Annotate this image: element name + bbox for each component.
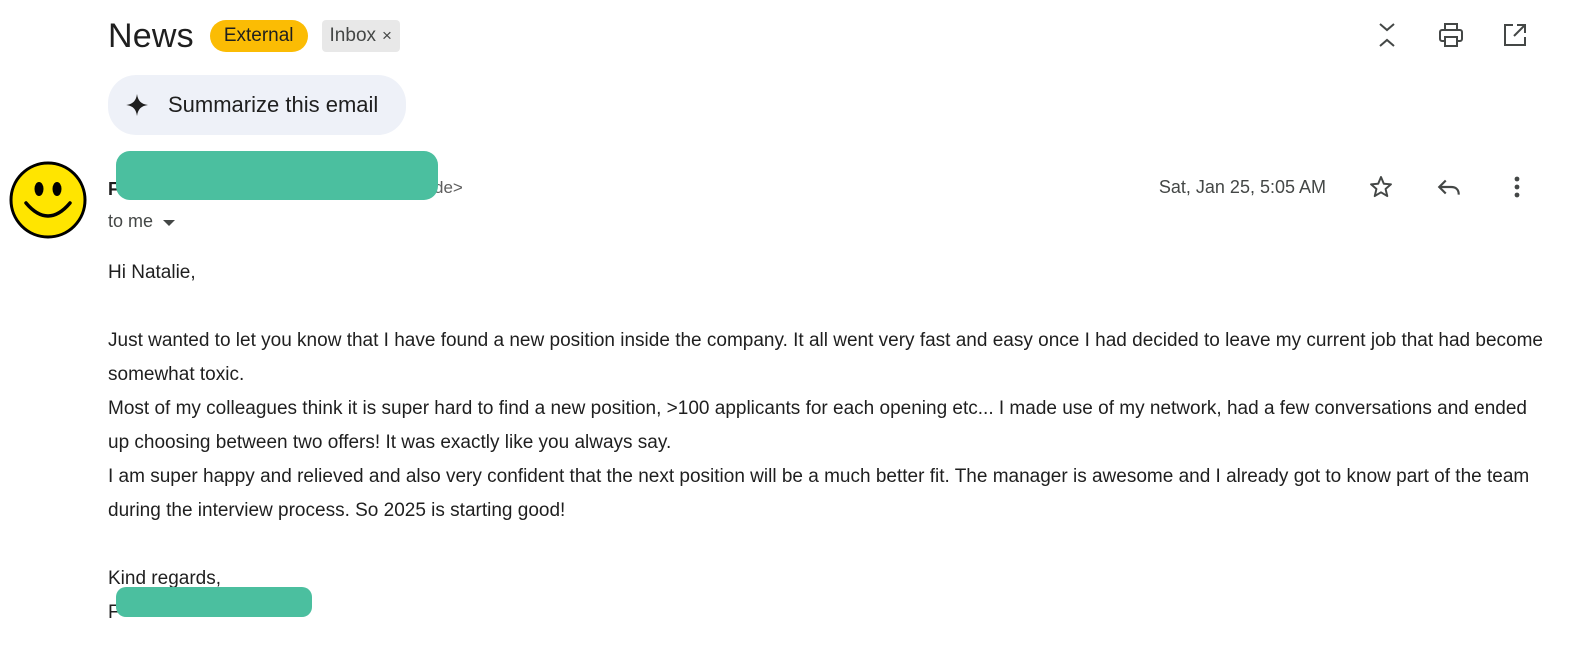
body-paragraph: I am super happy and relieved and also v… — [108, 466, 1530, 521]
open-in-new-window-icon[interactable] — [1500, 20, 1530, 50]
recipients-toggle[interactable]: to me — [108, 211, 176, 232]
smiley-face-icon — [9, 161, 87, 239]
collapse-all-icon[interactable] — [1372, 20, 1402, 50]
message-actions: Sat, Jan 25, 5:05 AM — [1159, 172, 1532, 202]
star-icon[interactable] — [1366, 172, 1396, 202]
sender-avatar[interactable] — [9, 161, 87, 239]
more-vert-icon[interactable] — [1502, 172, 1532, 202]
thread-toolbar — [1372, 20, 1530, 50]
closing: Kind regards, — [108, 568, 222, 589]
body-paragraph: Just wanted to let you know that I have … — [108, 330, 1544, 385]
message-date: Sat, Jan 25, 5:05 AM — [1158, 176, 1326, 197]
redaction-block — [116, 587, 312, 617]
summarize-email-button[interactable]: Summarize this email — [108, 75, 407, 135]
inbox-label-text: Inbox — [329, 25, 377, 46]
greeting: Hi Natalie, — [108, 262, 196, 283]
body-paragraph: Most of my colleagues think it is super … — [108, 398, 1527, 453]
email-subject: News — [108, 16, 194, 55]
message-body: Hi Natalie, Just wanted to let you know … — [108, 256, 1548, 630]
signature: F — [108, 596, 1548, 630]
chevron-down-icon — [163, 219, 176, 226]
redaction-block — [116, 151, 438, 200]
reply-icon[interactable] — [1434, 172, 1464, 202]
remove-label-icon[interactable]: × — [382, 26, 392, 46]
email-view: News External Inbox × Summarize this ema… — [0, 0, 1586, 672]
external-label: External — [209, 20, 308, 52]
print-icon[interactable] — [1436, 20, 1466, 50]
sparkle-icon — [126, 94, 148, 116]
inbox-label[interactable]: Inbox × — [321, 20, 400, 52]
subject-row: News External Inbox × — [108, 14, 400, 58]
sender-email: de> — [434, 178, 463, 197]
recipient-label: to me — [108, 211, 154, 231]
summarize-label: Summarize this email — [168, 92, 379, 117]
